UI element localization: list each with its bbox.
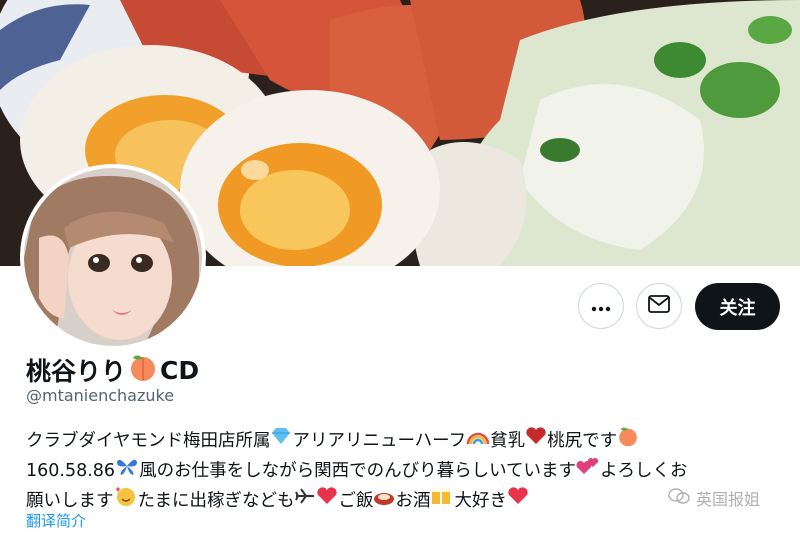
handle: @mtanienchazuke bbox=[26, 386, 175, 405]
message-button[interactable] bbox=[636, 283, 682, 329]
butterfly-icon bbox=[115, 456, 139, 485]
bio-text: 桃尻です bbox=[547, 430, 618, 451]
bio-text: 160.58.86 bbox=[26, 460, 116, 481]
follow-button[interactable]: 关注 bbox=[695, 283, 780, 330]
more-button[interactable] bbox=[578, 283, 624, 329]
heart-icon bbox=[507, 486, 529, 515]
rainbow-icon bbox=[466, 426, 490, 455]
bio-text: クラブダイヤモンド梅田店所属 bbox=[26, 430, 271, 451]
bio-text: よろしくお bbox=[600, 460, 688, 481]
display-name: 桃谷りり CD bbox=[26, 352, 199, 388]
bio-text: たまに出稼ぎなども bbox=[137, 490, 295, 511]
heart-icon bbox=[316, 486, 338, 515]
bio-line-2: 160.58.86 風のお仕事をしながら関西でのんびり暮らしいています よろしく… bbox=[26, 456, 786, 485]
gem-icon bbox=[270, 426, 292, 455]
bio-text: 大好き bbox=[454, 490, 507, 511]
two-hearts-icon bbox=[576, 456, 600, 485]
peach-icon bbox=[617, 425, 639, 456]
bio-text: ご飯 bbox=[338, 490, 374, 511]
bio-text: お酒 bbox=[395, 490, 431, 511]
airplane-icon bbox=[294, 486, 316, 515]
avatar-photo bbox=[24, 168, 202, 346]
bio-line-1: クラブダイヤモンド梅田店所属 アリアリニューハーフ 貧乳 桃尻です bbox=[26, 425, 786, 456]
watermark-text: 英国报姐 bbox=[696, 490, 761, 509]
beer-mugs-icon bbox=[430, 485, 454, 516]
bio-text: アリアリニューハーフ bbox=[292, 430, 467, 451]
heart-icon bbox=[525, 426, 547, 455]
display-name-suffix: CD bbox=[160, 355, 200, 385]
watermark: 英国报姐 bbox=[668, 486, 760, 510]
bio-text: 風のお仕事をしながら関西でのんびり暮らしいています bbox=[139, 460, 577, 481]
mail-icon bbox=[648, 295, 670, 317]
wechat-icon bbox=[668, 487, 690, 509]
more-icon bbox=[591, 297, 611, 316]
bento-icon bbox=[373, 487, 395, 515]
bio-text: 貧乳 bbox=[490, 430, 526, 451]
display-name-text: 桃谷りり bbox=[26, 357, 127, 386]
smiling-face-hearts-icon bbox=[114, 485, 138, 516]
translate-bio-link[interactable]: 翻译简介 bbox=[26, 510, 86, 531]
peach-icon bbox=[128, 352, 158, 388]
avatar[interactable] bbox=[20, 164, 206, 350]
